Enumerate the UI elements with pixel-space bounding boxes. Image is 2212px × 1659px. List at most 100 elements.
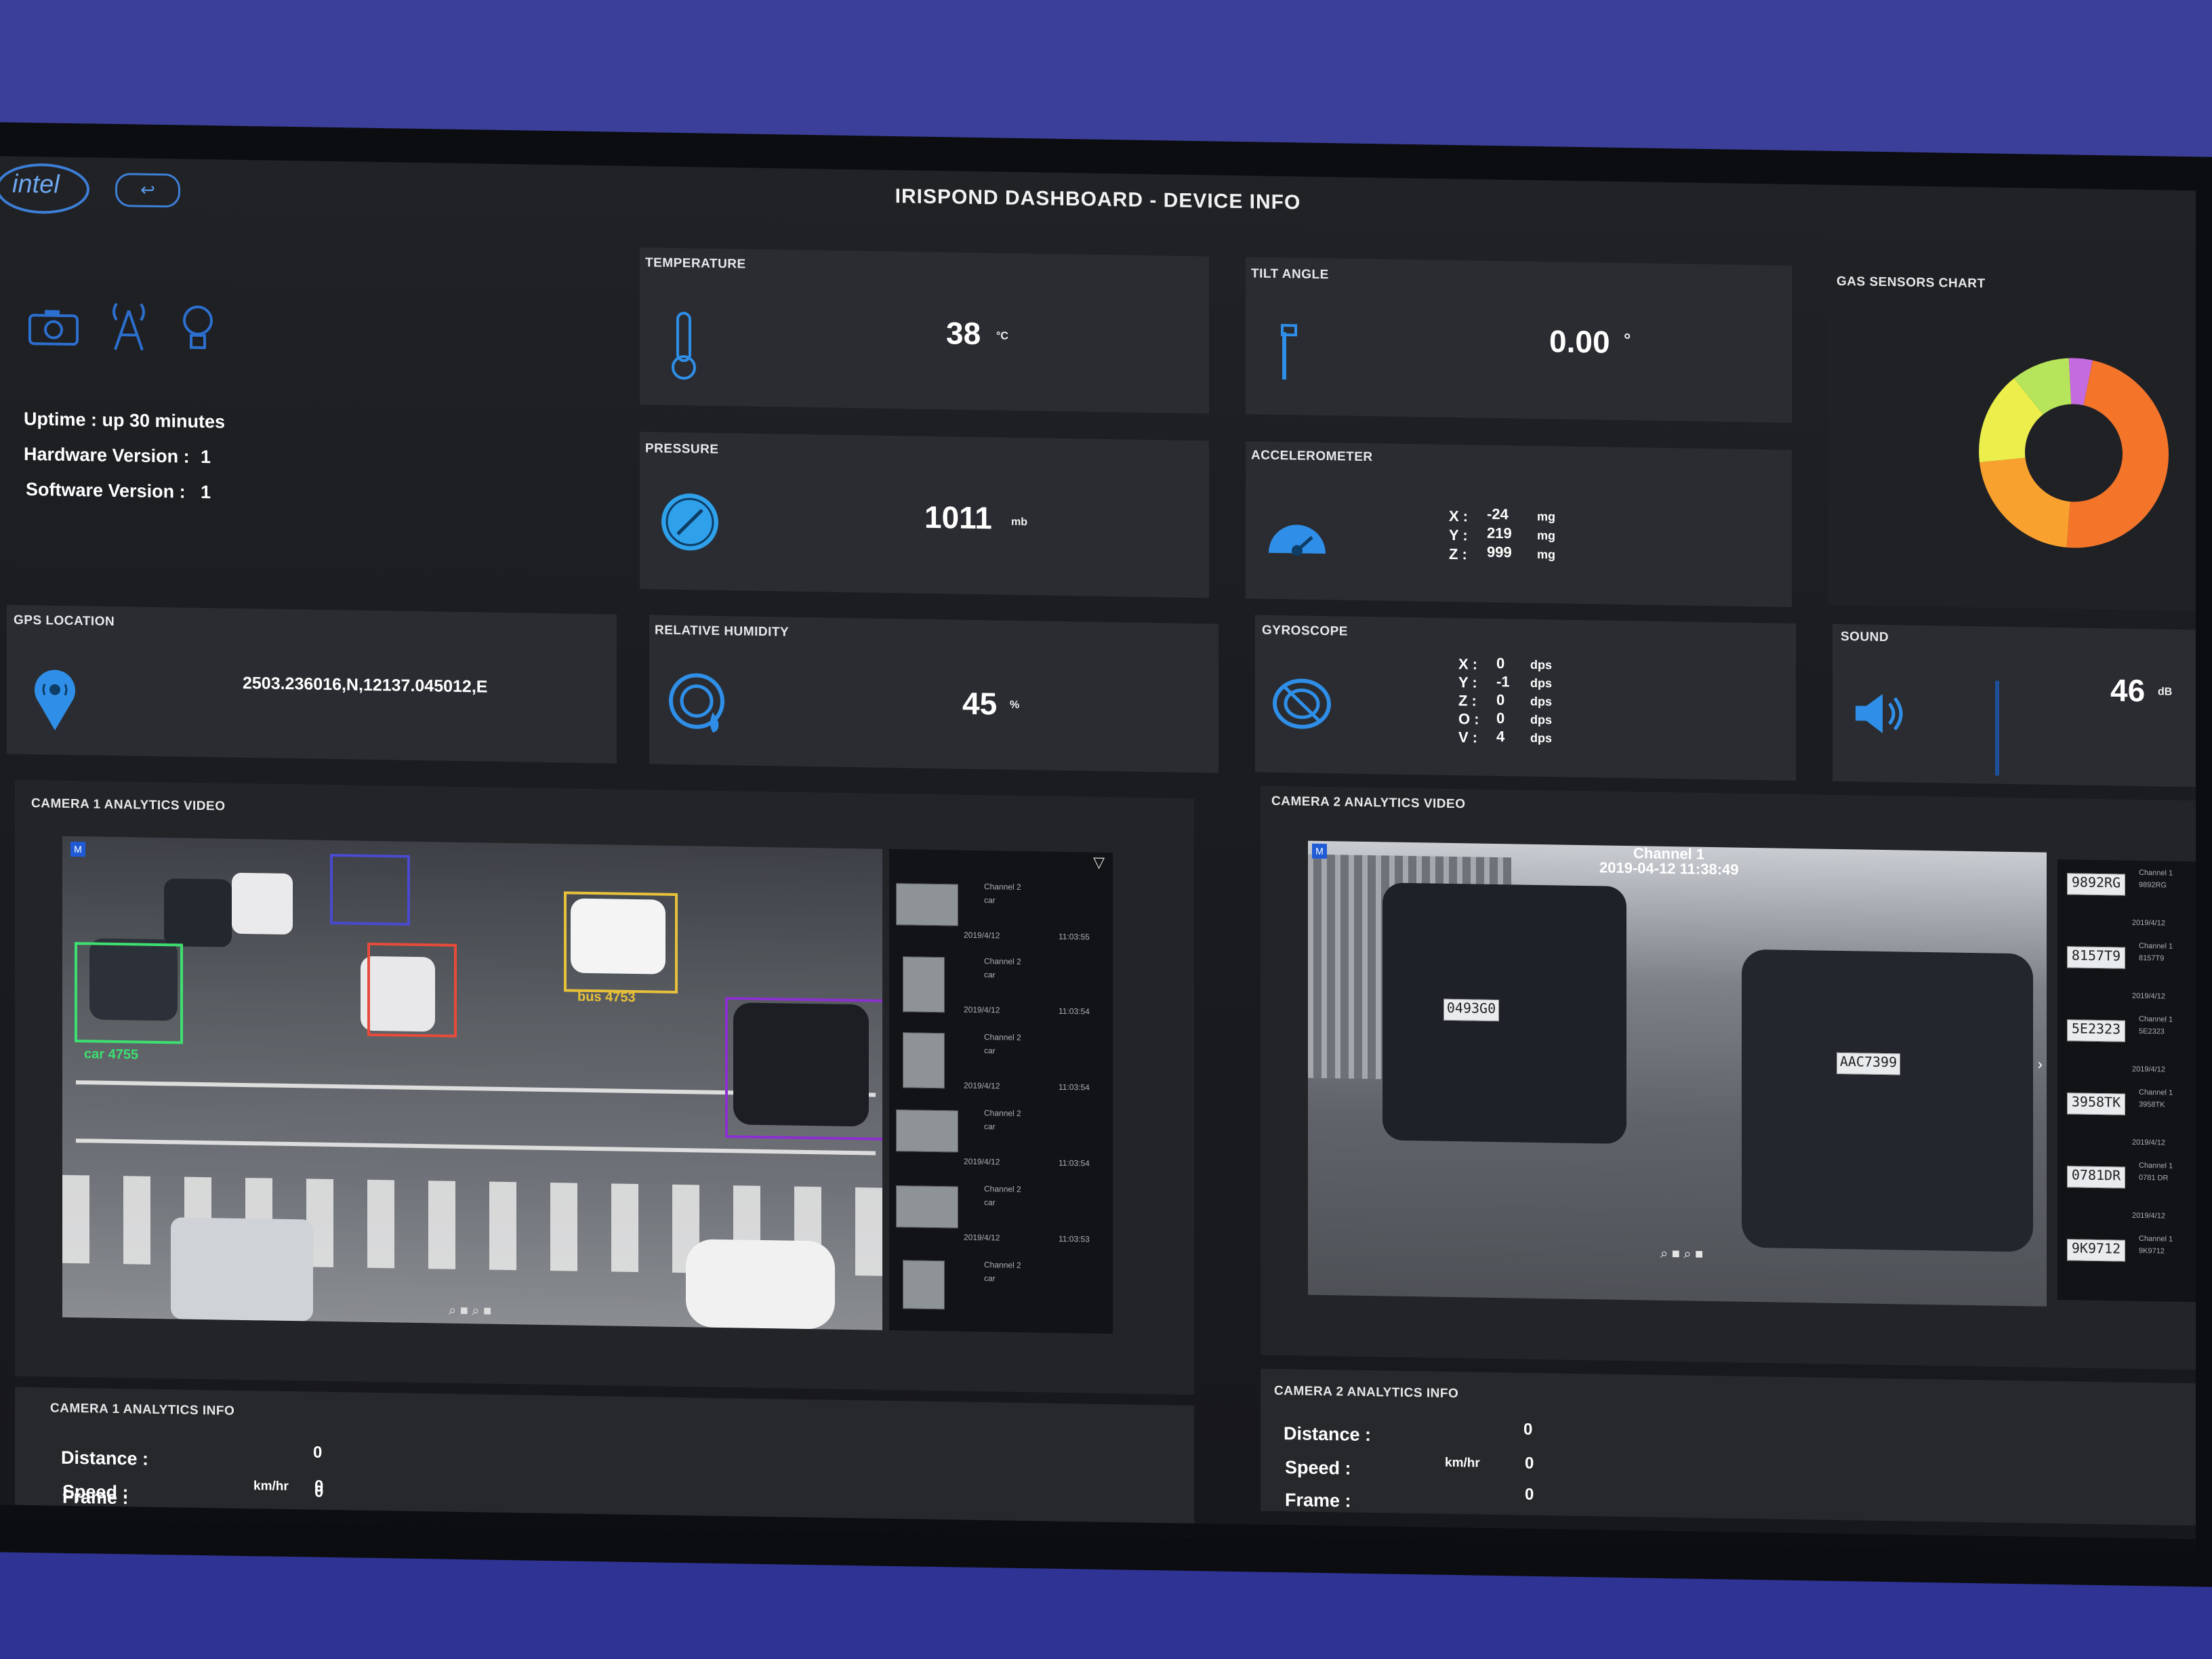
location-pin-icon	[35, 670, 75, 731]
list-item[interactable]: 0781DR Channel 1 0781 DR 2019/4/12	[2057, 1159, 2196, 1233]
humidity-panel: RELATIVE HUMIDITY 45 %	[649, 615, 1218, 773]
date-label: 2019/4/12	[964, 930, 1000, 941]
temperature-value: 38	[946, 315, 981, 352]
time-label: 11:03:53	[1059, 1233, 1090, 1244]
pressure-title: PRESSURE	[645, 441, 719, 457]
accelerometer-panel: ACCELEROMETER X : Y : Z : -24 219 999 mg…	[1246, 441, 1792, 607]
list-item[interactable]: 3958TK Channel 1 3958TK 2019/4/12	[2057, 1086, 2196, 1160]
camera1-video-feed[interactable]: car 4755 bus 4753 M ⌕ ■ ⌕ ■	[62, 836, 882, 1330]
plate-thumbnail: 0781DR	[2067, 1166, 2125, 1189]
date-label: 2019/4/12	[2132, 918, 2165, 928]
date-label: 2019/4/12	[2132, 1211, 2165, 1221]
channel-label: Channel 2	[984, 1184, 1021, 1194]
camera1-detection-list[interactable]: ▽ Channel 2 car 2019/4/12 11:03:55 Chann…	[889, 848, 1113, 1334]
detection-label: car 4755	[84, 1046, 139, 1063]
date-label: 2019/4/12	[964, 1004, 1000, 1015]
time-label: 11:03:55	[1059, 931, 1090, 942]
uptime-text: Uptime : up 30 minutes	[24, 408, 226, 432]
type-label: car	[984, 1046, 996, 1056]
type-label: car	[984, 895, 996, 905]
camera2-info-title: CAMERA 2 ANALYTICS INFO	[1274, 1383, 1459, 1401]
thermometer-icon	[672, 312, 696, 380]
camera2-speed-label: Speed :	[1285, 1457, 1351, 1479]
accel-units: mg mg mg	[1537, 507, 1555, 564]
camera2-video-feed[interactable]: 0493G0 AAC7399 Channel 1 2019-04-12 11:3…	[1308, 840, 2047, 1307]
accelerometer-title: ACCELEROMETER	[1251, 448, 1373, 465]
gyro-units: dps dps dps dps dps	[1530, 656, 1552, 748]
date-label: 2019/4/12	[2132, 1065, 2165, 1074]
bulb-icon	[183, 305, 213, 350]
hardware-version-value: 1	[201, 446, 211, 468]
plate-thumbnail: 3958TK	[2067, 1092, 2125, 1115]
channel-label: Channel 1	[2139, 1161, 2173, 1170]
plate-id-label: 5E2323	[2139, 1027, 2165, 1036]
pie-slice	[1979, 457, 2070, 548]
license-plate: 0493G0	[1443, 998, 1499, 1022]
list-item[interactable]: 8157T9 Channel 1 8157T9 2019/4/12	[2057, 939, 2196, 1013]
type-label: car	[984, 1122, 996, 1132]
gas-chart-title: GAS SENSORS CHART	[1837, 274, 1986, 291]
car-shape	[164, 878, 232, 947]
list-item[interactable]: 5E2323 Channel 1 5E2323 2019/4/12	[2057, 1012, 2196, 1086]
stream-badge: M	[70, 841, 85, 857]
list-item[interactable]: Channel 2 car 2019/4/12 11:03:53	[889, 1179, 1113, 1256]
type-label: car	[984, 970, 996, 980]
list-item[interactable]: 9K9712 Channel 1 9K9712	[2057, 1232, 2196, 1299]
gyro-y-label: Y :	[1458, 674, 1477, 691]
list-item[interactable]: Channel 2 car	[889, 1254, 1113, 1332]
temperature-panel: TEMPERATURE 38 °C	[640, 247, 1209, 414]
gyro-axis-labels: X : Y : Z : O : V :	[1458, 655, 1479, 746]
channel-label: Channel 2	[984, 1260, 1021, 1270]
gyro-y-value: -1	[1496, 673, 1510, 691]
plate-thumbnail: 9K9712	[2067, 1239, 2125, 1262]
camera2-distance-value: 0	[1523, 1420, 1533, 1439]
accel-y-unit: mg	[1537, 528, 1555, 543]
camera1-distance-value: 0	[313, 1443, 323, 1462]
list-item[interactable]: Channel 2 car 2019/4/12 11:03:54	[889, 1027, 1113, 1105]
gyroscope-icon	[1273, 678, 1331, 729]
list-item[interactable]: Channel 2 car 2019/4/12 11:03:55	[889, 876, 1113, 954]
video-timestamp: 2019-04-12 11:38:49	[1599, 859, 1739, 878]
camera2-video-title: CAMERA 2 ANALYTICS VIDEO	[1271, 794, 1466, 812]
gas-donut-chart	[1979, 358, 2169, 548]
detection-label: bus 4753	[577, 989, 636, 1006]
thumbnail	[896, 1185, 958, 1229]
date-label: 2019/4/12	[964, 1156, 1000, 1167]
channel-label: Channel 2	[984, 882, 1021, 892]
detection-box	[75, 942, 183, 1044]
camera2-frame-label: Frame :	[1285, 1490, 1351, 1511]
car-shape	[171, 1217, 313, 1322]
gyro-x-value: 0	[1496, 655, 1505, 672]
camera1-info-title: CAMERA 1 ANALYTICS INFO	[50, 1401, 235, 1418]
gyro-z-unit: dps	[1530, 694, 1553, 709]
license-plate: AAC7399	[1837, 1052, 1900, 1076]
filter-icon[interactable]: ▽	[1093, 854, 1105, 872]
camera2-speed-value: 0	[1525, 1454, 1534, 1473]
sound-panel: SOUND 46 dB	[1832, 623, 2196, 787]
tilt-value: 0.00	[1549, 323, 1610, 360]
tilt-title: TILT ANGLE	[1251, 266, 1329, 283]
channel-label: Channel 1	[2139, 941, 2173, 951]
camera2-plate-list[interactable]: 9892RG Channel 1 9892RG 2019/4/12 8157T9…	[2057, 859, 2196, 1303]
gyro-x-unit: dps	[1530, 657, 1553, 672]
list-item[interactable]: 9892RG Channel 1 9892RG 2019/4/12	[2057, 866, 2196, 940]
gas-chart-panel: GAS SENSORS CHART	[1828, 266, 2196, 611]
hardware-version-label: Hardware Version :	[24, 443, 190, 467]
list-item[interactable]: Channel 2 car 2019/4/12 11:03:54	[889, 951, 1113, 1029]
page-title: IRISPOND DASHBOARD - DEVICE INFO	[895, 185, 1301, 214]
video-controls[interactable]: ⌕ ■ ⌕ ■	[1660, 1246, 1703, 1263]
suv-left	[1382, 882, 1626, 1145]
camera1-frame-value: 0	[314, 1482, 324, 1501]
video-controls[interactable]: ⌕ ■ ⌕ ■	[449, 1303, 491, 1319]
pressure-panel: PRESSURE 1011 mb	[640, 432, 1209, 598]
accel-x-unit: mg	[1537, 509, 1555, 524]
speaker-icon	[1856, 693, 1903, 733]
gyro-o-value: 0	[1496, 710, 1505, 727]
humidity-title: RELATIVE HUMIDITY	[655, 623, 790, 640]
expand-arrow-icon[interactable]: ›	[2038, 1056, 2043, 1073]
list-item[interactable]: Channel 2 car 2019/4/12 11:03:54	[889, 1103, 1113, 1181]
software-version-value: 1	[201, 481, 211, 503]
date-label: 2019/4/12	[964, 1080, 1000, 1091]
camera1-distance-label: Distance :	[61, 1447, 149, 1469]
accel-x-label: X :	[1449, 507, 1469, 525]
